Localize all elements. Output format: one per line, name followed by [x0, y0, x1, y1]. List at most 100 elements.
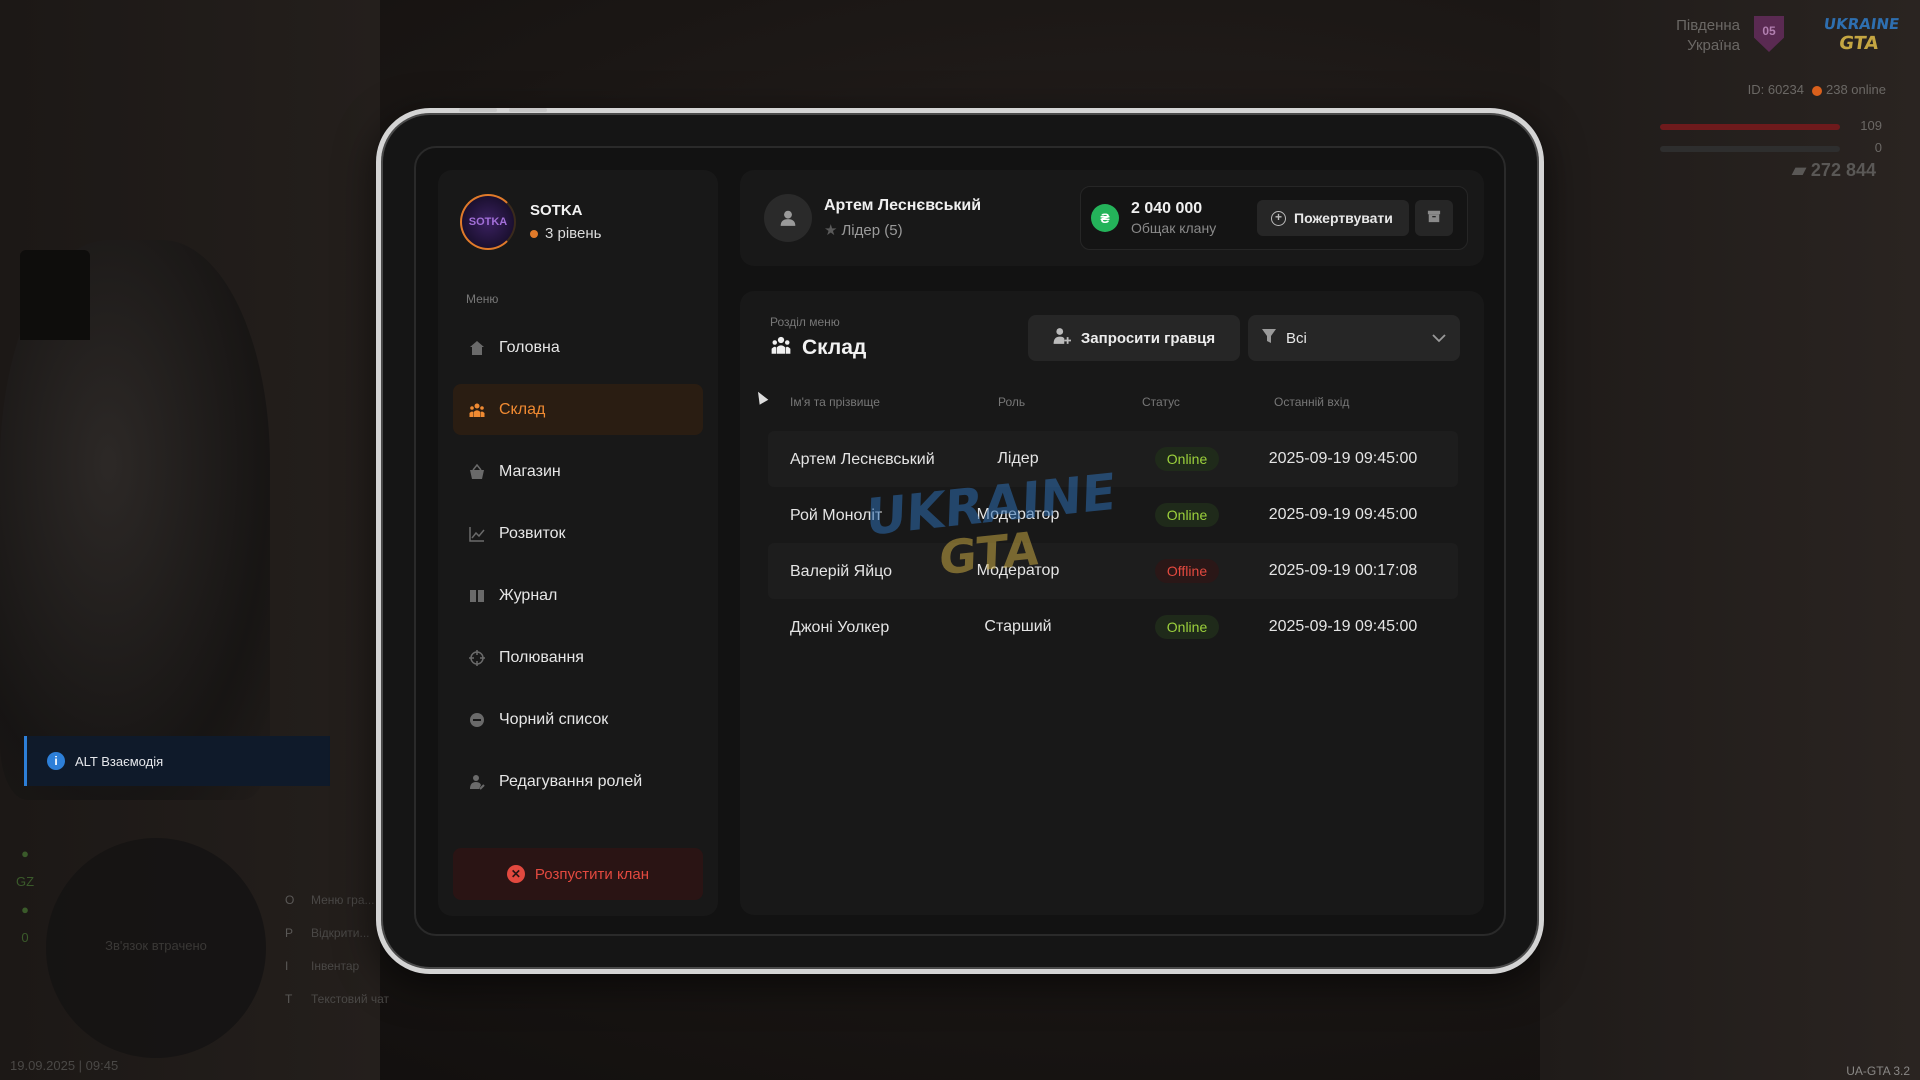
table-row[interactable]: Артем Леснєвський Лідер Online 2025-09-1…: [768, 431, 1458, 487]
member-last-login: 2025-09-19 00:17:08: [1268, 562, 1418, 579]
member-last-login: 2025-09-19 09:45:00: [1268, 506, 1418, 523]
section-title: Склад: [770, 335, 866, 361]
armor-value: 0: [1874, 140, 1882, 155]
money-icon: ▰: [1792, 160, 1811, 180]
archive-icon: [1427, 209, 1441, 228]
bank-info: 2 040 000 Общак клану: [1131, 200, 1253, 236]
donate-button[interactable]: + Пожертвувати: [1257, 200, 1409, 236]
hint-row: I Інвентар: [285, 950, 389, 983]
sidebar-item-development[interactable]: Розвиток: [453, 508, 703, 559]
sidebar-item-label: Редагування ролей: [499, 772, 643, 790]
sidebar-item-hunting[interactable]: Полювання: [453, 632, 703, 683]
filter-select[interactable]: Всі: [1248, 315, 1460, 361]
bank-amount: 2 040 000: [1131, 200, 1203, 217]
member-name: Джоні Уолкер: [790, 618, 890, 636]
hint-row: O Меню гра...: [285, 884, 389, 917]
table-row[interactable]: Рой Моноліт Модератор Online 2025-09-19 …: [768, 487, 1458, 543]
game-datetime: 19.09.2025 | 09:45: [10, 1058, 119, 1073]
info-icon: i: [47, 752, 65, 770]
sidebar-menu: Головна Склад Магазин Розвиток Журнал По…: [453, 322, 703, 818]
hint-key: I: [285, 959, 289, 973]
book-icon: [469, 588, 485, 604]
member-role: Модератор: [976, 506, 1060, 523]
chart-icon: [469, 526, 485, 542]
sidebar-item-home[interactable]: Головна: [453, 322, 703, 373]
member-status: Online: [1142, 599, 1232, 655]
member-status: Online: [1142, 487, 1232, 543]
sidebar-item-journal[interactable]: Журнал: [453, 570, 703, 621]
gz-label: GZ: [15, 874, 35, 889]
disband-clan-label: Розпустити клан: [534, 865, 650, 883]
menu-title: Меню: [466, 292, 499, 306]
user-info: Артем Леснєвський ★ Лідер (5): [764, 194, 981, 242]
server-logo: UKRAINE GTA: [1817, 14, 1903, 56]
sidebar-item-roster[interactable]: Склад: [453, 384, 703, 435]
currency-icon: ₴: [1091, 204, 1119, 232]
sidebar-item-label: Полювання: [499, 648, 584, 666]
money-value: 272 844: [1810, 160, 1876, 180]
background-character-hat: [20, 250, 90, 340]
health-bar: [1660, 124, 1840, 130]
plus-icon: +: [1271, 210, 1286, 226]
hint-row: P Відкрити...: [285, 917, 389, 950]
sidebar-item-blacklist[interactable]: Чорний список: [453, 694, 703, 745]
gz-indicator: ● GZ ● 0: [14, 840, 36, 952]
sidebar-item-label: Магазин: [499, 462, 561, 480]
user-role-text: Лідер (5): [841, 222, 903, 239]
status-badge: Online: [1154, 503, 1220, 527]
people-icon: [770, 335, 792, 361]
filter-value: Всі: [1286, 329, 1307, 347]
member-last-login: 2025-09-19 09:45:00: [1268, 450, 1418, 467]
member-name: Артем Леснєвський: [790, 450, 935, 468]
hint-key: P: [285, 926, 294, 940]
sidebar-item-shop[interactable]: Магазин: [453, 446, 703, 497]
sidebar-item-label: Чорний список: [499, 710, 609, 728]
header-card: Артем Леснєвський ★ Лідер (5) ₴ 2 040 000…: [740, 170, 1484, 266]
keybind-hints: O Меню гра... P Відкрити... I Інвентар T Тек…: [285, 884, 389, 1016]
member-role: Старший: [984, 618, 1052, 635]
sidebar-item-role-editing[interactable]: Редагування ролей: [453, 756, 703, 807]
user-edit-icon: [469, 774, 485, 790]
roster-panel: Розділ меню Склад Запросити гравця Всі І…: [740, 291, 1484, 915]
sidebar-item-label: Склад: [499, 400, 546, 418]
column-header-role: Роль: [998, 395, 1026, 409]
table-row[interactable]: Джоні Уолкер Старший Online 2025-09-19 0…: [768, 599, 1458, 655]
close-icon: ✕: [506, 865, 525, 883]
block-icon: [469, 712, 485, 728]
status-badge: Online: [1154, 447, 1220, 471]
interaction-hint: i ALT Взаємодія: [24, 736, 330, 786]
gz-count: 0: [21, 930, 29, 945]
user-avatar-icon: [764, 194, 812, 242]
weapon-icon: ●: [21, 902, 29, 917]
members-table: Артем Леснєвський Лідер Online 2025-09-1…: [768, 431, 1458, 655]
section-subtitle: Розділ меню: [770, 315, 840, 329]
member-status: Offline: [1142, 543, 1232, 599]
level-dot-icon: [530, 229, 538, 238]
home-icon: [469, 340, 485, 356]
sidebar-item-label: Головна: [499, 338, 560, 356]
clan-level-text: 3 рівень: [545, 225, 602, 242]
section-title-text: Склад: [802, 336, 867, 359]
hint-label: Відкрити...: [311, 926, 370, 940]
mouse-cursor-icon: [753, 389, 769, 405]
member-last-login: 2025-09-19 09:45:00: [1268, 618, 1418, 635]
interaction-label: ALT Взаємодія: [75, 753, 164, 769]
user-role: ★ Лідер (5): [824, 221, 981, 239]
invite-player-button[interactable]: Запросити гравця: [1028, 315, 1240, 361]
column-header-name: Ім'я та прізвище: [790, 395, 880, 409]
shield-icon: ●: [21, 846, 29, 861]
hint-row: T Текстовий чат: [285, 983, 389, 1016]
health-value: 109: [1860, 118, 1882, 133]
crosshair-icon: [469, 649, 485, 666]
tablet-button: [509, 108, 547, 112]
clan-level: 3 рівень: [530, 225, 601, 242]
hint-label: Меню гра...: [311, 893, 375, 907]
archive-button[interactable]: [1414, 200, 1453, 236]
bank-label: Общак клану: [1131, 220, 1217, 236]
star-icon: ★: [824, 222, 838, 239]
player-id: ID: 60234: [1747, 82, 1804, 97]
disband-clan-button[interactable]: ✕ Розпустити клан: [453, 848, 703, 900]
hint-label: Інвентар: [311, 959, 360, 973]
basket-icon: [469, 463, 485, 480]
table-row[interactable]: Валерій Яйцо Модератор Offline 2025-09-1…: [768, 543, 1458, 599]
